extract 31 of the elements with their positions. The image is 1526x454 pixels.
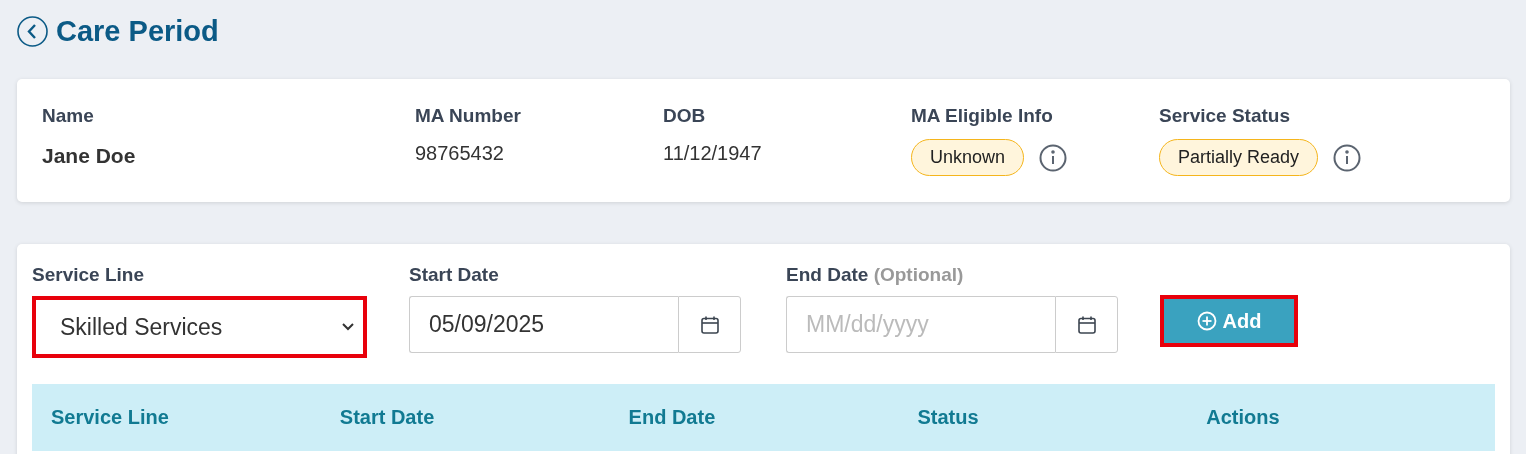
status-badge: Unknown [911,139,1025,176]
field-value: Jane Doe [42,144,137,168]
field-label: Start Date [409,264,500,286]
field-label: Service Status [1159,105,1291,128]
start-date-field[interactable]: 05/09/2025 [409,296,678,353]
calendar-button[interactable] [1055,296,1118,353]
field-label: MA Eligible Info [911,105,1054,128]
field-value: 98765432 [415,142,505,165]
chevron-down-icon [341,322,355,332]
field-value: 11/12/1947 [663,142,763,165]
column-header: Service Line [51,406,170,429]
column-header: Status [917,406,980,429]
info-icon[interactable] [1039,143,1068,172]
calendar-button[interactable] [678,296,741,353]
calendar-icon [1076,314,1097,335]
calendar-icon [699,314,720,335]
field-label: Name [42,105,95,128]
field-label: End Date (Optional) [786,264,965,286]
column-header: End Date [628,406,717,429]
field-label: Service Line [32,264,145,286]
field-label: MA Number [415,105,522,128]
column-header: Start Date [339,406,436,429]
field-label: DOB [663,105,707,128]
service-line-select[interactable]: Skilled Services [32,296,367,358]
info-icon[interactable] [1333,143,1362,172]
end-date-field[interactable]: MM/dd/yyyy [786,296,1055,353]
status-badge: Partially Ready [1159,139,1319,176]
page-title: Care Period [56,14,219,48]
back-icon[interactable] [17,15,48,47]
plus-circle-icon [1196,311,1217,331]
column-header: Actions [1206,406,1281,429]
